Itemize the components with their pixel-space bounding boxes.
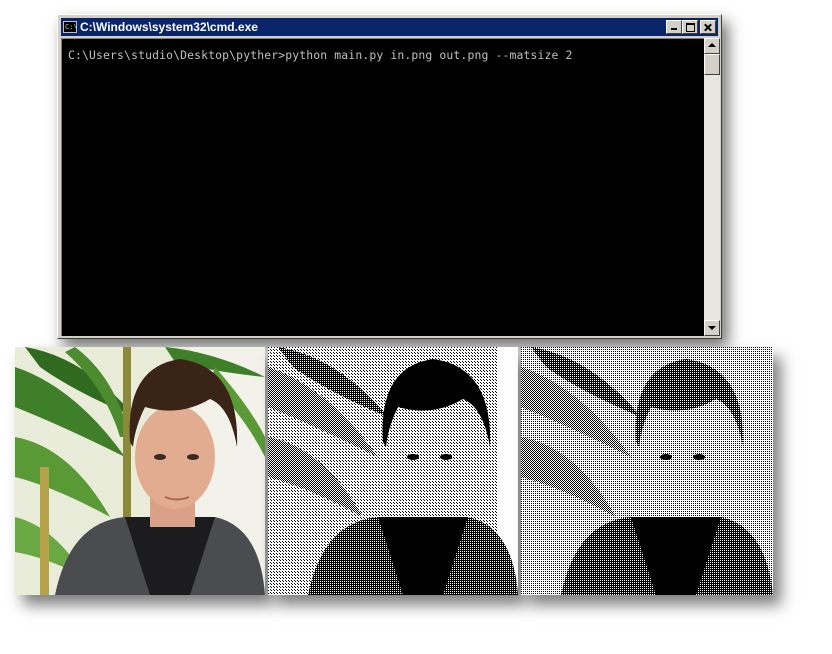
- scroll-up-icon[interactable]: [704, 38, 720, 54]
- dithered-output-2: [521, 347, 773, 595]
- scrollbar-thumb[interactable]: [704, 54, 720, 75]
- window-title: C:\Windows\system32\cmd.exe: [80, 20, 258, 34]
- close-icon[interactable]: [700, 20, 716, 34]
- window-controls: [666, 20, 716, 34]
- input-photo: [15, 347, 265, 595]
- scroll-down-icon[interactable]: [704, 320, 720, 336]
- title-bar[interactable]: C:\ C:\Windows\system32\cmd.exe: [61, 18, 718, 36]
- cmd-app-icon[interactable]: C:\: [63, 21, 77, 33]
- minimize-icon[interactable]: [666, 20, 682, 34]
- console-window: C:\ C:\Windows\system32\cmd.exe C:\Users…: [57, 14, 722, 339]
- console-command-line: C:\Users\studio\Desktop\pyther>python ma…: [68, 48, 573, 62]
- vertical-scrollbar[interactable]: [704, 38, 720, 336]
- maximize-icon[interactable]: [682, 20, 698, 34]
- dithered-output-1: [268, 347, 518, 595]
- console-output-area[interactable]: C:\Users\studio\Desktop\pyther>python ma…: [61, 38, 704, 336]
